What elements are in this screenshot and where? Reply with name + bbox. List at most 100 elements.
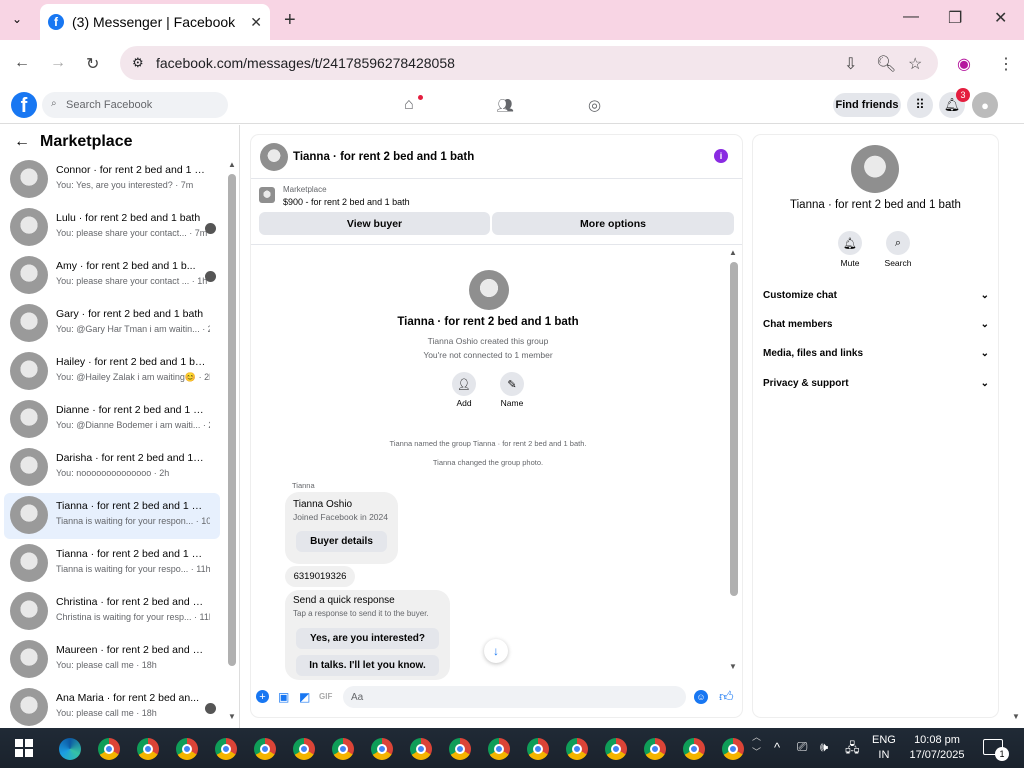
emoji-icon[interactable]: ☺	[694, 690, 708, 704]
media-files-row[interactable]: Media, files and links ⌄	[763, 348, 989, 359]
new-tab-icon[interactable]: +	[284, 9, 296, 32]
tab-search-icon[interactable]: ⌄	[12, 12, 22, 26]
chrome-window-icon[interactable]	[488, 738, 510, 760]
site-info-icon[interactable]: ⚙	[132, 55, 144, 71]
chrome-window-icon[interactable]	[98, 738, 120, 760]
taskbar-overflow-icon[interactable]: ︿ ﹀	[752, 730, 761, 760]
chrome-window-icon[interactable]	[293, 738, 315, 760]
chat-scroll-up-icon[interactable]: ▲	[729, 248, 737, 257]
photo-icon[interactable]: ▣	[278, 690, 289, 704]
facebook-logo-icon[interactable]: f	[11, 92, 37, 118]
add-people-icon[interactable]: 👤︎	[452, 372, 476, 396]
buyer-details-button[interactable]: Buyer details	[296, 531, 387, 552]
customize-chat-row[interactable]: Customize chat ⌄	[763, 290, 989, 301]
chrome-window-icon[interactable]	[176, 738, 198, 760]
install-app-icon[interactable]: ⇩	[844, 54, 857, 74]
chrome-center-icon	[182, 744, 192, 754]
chrome-window-icon[interactable]	[137, 738, 159, 760]
mute-bell-icon[interactable]: 🔔︎	[838, 231, 862, 255]
volume-icon[interactable]: 🕪︎	[820, 739, 828, 755]
friends-icon[interactable]: 👥︎	[496, 97, 514, 114]
conversation-item[interactable]: Connor · for rent 2 bed and 1 b... You: Y…	[4, 157, 220, 203]
gif-icon[interactable]: GIF	[319, 692, 332, 701]
language-indicator[interactable]: ENG IN	[872, 733, 896, 763]
conversation-item[interactable]: Lulu · for rent 2 bed and 1 bath You: ple…	[4, 205, 220, 251]
chat-scrollbar[interactable]	[730, 262, 738, 596]
conversation-item[interactable]: Christina · for rent 2 bed and 1 ... Chri…	[4, 589, 220, 635]
chat-scroll-down-icon[interactable]: ▼	[729, 662, 737, 671]
conversation-item[interactable]: Darisha · for rent 2 bed and 1 b... You: …	[4, 445, 220, 491]
info-search-icon[interactable]: ⌕	[886, 231, 910, 255]
page-scroll-down-icon[interactable]: ▼	[1012, 712, 1020, 721]
conversation-item[interactable]: Tianna · for rent 2 bed and 1 ba... Tiann…	[4, 541, 220, 587]
sticker-icon[interactable]: ◩	[299, 690, 310, 704]
close-window-icon[interactable]: ✕	[994, 8, 1007, 28]
account-avatar-icon[interactable]: ●	[972, 92, 998, 118]
conversation-item[interactable]: Amy · for rent 2 bed and 1 b... You: plea…	[4, 253, 220, 299]
chrome-window-icon[interactable]	[605, 738, 627, 760]
browser-menu-icon[interactable]: ⋮	[998, 54, 1014, 74]
restore-icon[interactable]: ❐	[948, 8, 962, 28]
chat-members-row[interactable]: Chat members ⌄	[763, 319, 989, 330]
chrome-window-icon[interactable]	[410, 738, 432, 760]
privacy-support-row[interactable]: Privacy & support ⌄	[763, 378, 989, 389]
chrome-window-icon[interactable]	[215, 738, 237, 760]
conversation-item[interactable]: Ana Maria · for rent 2 bed an... You: ple…	[4, 685, 220, 731]
chrome-window-icon[interactable]	[722, 738, 744, 760]
search-input[interactable]: ⌕ Search Facebook	[42, 92, 228, 118]
chrome-window-icon[interactable]	[332, 738, 354, 760]
tab-close-icon[interactable]: ✕	[250, 14, 262, 31]
clock[interactable]: 10:08 pm 17/07/2025	[905, 733, 969, 763]
chat-title[interactable]: Tianna · for rent 2 bed and 1 bath	[293, 151, 474, 163]
like-thumb-icon[interactable]: 👍︎	[719, 688, 734, 705]
info-icon[interactable]: i	[714, 149, 728, 163]
chrome-window-icon[interactable]	[644, 738, 666, 760]
tray-arrow-icon[interactable]: ^	[774, 740, 780, 755]
edit-name-icon[interactable]: ✎	[500, 372, 524, 396]
zoom-icon[interactable]: 🔍︎	[876, 54, 896, 74]
profile-icon[interactable]: ◉	[957, 54, 971, 74]
conversation-item[interactable]: Maureen · for rent 2 bed and 1 ... You: p…	[4, 637, 220, 683]
conversation-item[interactable]: Hailey · for rent 2 bed and 1 bath You: @…	[4, 349, 220, 395]
forward-icon[interactable]: →	[50, 54, 66, 72]
chrome-window-icon[interactable]	[449, 738, 471, 760]
conversation-item[interactable]: Tianna · for rent 2 bed and 1 ba... Tiann…	[4, 493, 220, 539]
quick-reply-interested-button[interactable]: Yes, are you interested?	[296, 628, 439, 649]
url-field[interactable]: ⚙ facebook.com/messages/t/24178596278428…	[120, 46, 938, 80]
bookmark-star-icon[interactable]: ☆	[908, 54, 922, 74]
message-input[interactable]: Aa	[343, 686, 686, 708]
chrome-window-icon[interactable]	[254, 738, 276, 760]
edge-browser-icon[interactable]	[59, 738, 81, 760]
chrome-window-icon[interactable]	[683, 738, 705, 760]
scroll-to-bottom-icon[interactable]: ↓	[484, 639, 508, 663]
scroll-down-icon[interactable]: ▼	[228, 712, 236, 721]
listing-price[interactable]: $900 - for rent 2 bed and 1 bath	[283, 197, 410, 207]
conversation-item[interactable]: Dianne · for rent 2 bed and 1 b... You: @…	[4, 397, 220, 443]
conversation-item[interactable]: Gary · for rent 2 bed and 1 bath You: @Ga…	[4, 301, 220, 347]
back-arrow-icon[interactable]: ←	[14, 133, 30, 151]
sidebar-scrollbar[interactable]	[228, 174, 236, 666]
language-code: ENG	[872, 734, 896, 746]
view-buyer-button[interactable]: View buyer	[259, 212, 490, 235]
menu-grid-icon[interactable]: ⠿	[907, 92, 933, 118]
chrome-window-icon[interactable]	[527, 738, 549, 760]
plus-icon[interactable]: +	[256, 690, 269, 703]
network-icon[interactable]: 🖧︎	[845, 739, 860, 761]
quick-reply-talks-button[interactable]: In talks. I'll let you know.	[296, 655, 439, 676]
chat-avatar[interactable]	[260, 143, 288, 171]
home-icon[interactable]: ⌂	[404, 96, 414, 114]
chrome-window-icon[interactable]	[371, 738, 393, 760]
browser-tab[interactable]: f (3) Messenger | Facebook ✕	[40, 4, 270, 40]
groups-icon[interactable]: ◎	[588, 96, 601, 114]
reload-icon[interactable]: ↻	[86, 54, 99, 74]
conversation-avatar	[10, 592, 48, 630]
more-options-button[interactable]: More options	[492, 212, 734, 235]
chrome-window-icon[interactable]	[566, 738, 588, 760]
meet-now-icon[interactable]: ⎚	[797, 739, 807, 755]
back-icon[interactable]: ←	[14, 54, 30, 72]
scroll-up-icon[interactable]: ▲	[228, 160, 236, 169]
find-friends-button[interactable]: Find friends	[833, 93, 901, 117]
conversation-preview: You: @Dianne Bodemer i am waiti... · 2h	[56, 420, 210, 430]
minimize-icon[interactable]: —	[903, 8, 919, 26]
windows-start-icon[interactable]	[15, 739, 33, 757]
